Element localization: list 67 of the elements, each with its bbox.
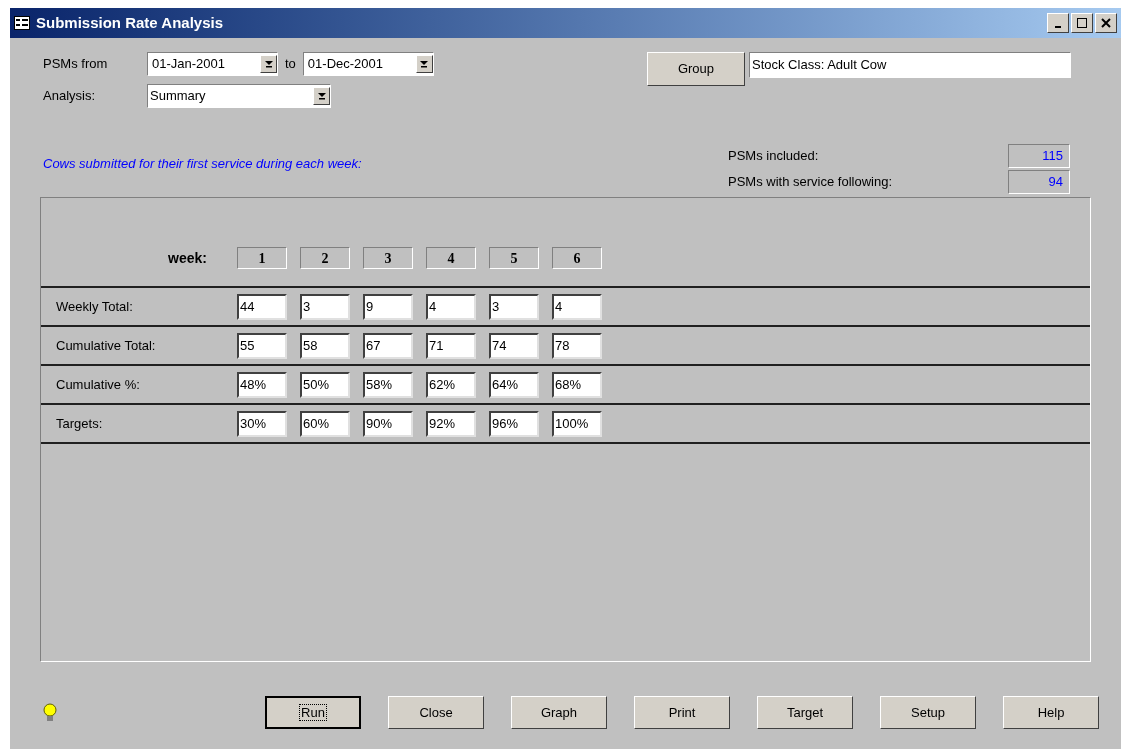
action-button[interactable]: Print xyxy=(634,696,730,729)
week-number: 4 xyxy=(426,247,476,269)
group-button[interactable]: Group xyxy=(647,52,745,86)
action-button[interactable]: Graph xyxy=(511,696,607,729)
value-field: 3 xyxy=(489,293,539,320)
value-field: 55 xyxy=(237,332,287,359)
week-number: 6 xyxy=(552,247,602,269)
action-button[interactable]: Target xyxy=(757,696,853,729)
value-field: 50% xyxy=(300,371,350,398)
action-button[interactable]: Run xyxy=(265,696,361,729)
value-field: 48% xyxy=(237,371,287,398)
form-icon xyxy=(14,16,30,30)
week-number: 2 xyxy=(300,247,350,269)
stat-label: PSMs with service following: xyxy=(728,173,893,192)
maximize-button[interactable] xyxy=(1071,13,1093,33)
value-field: 68% xyxy=(552,371,602,398)
analysis-dropdown[interactable]: Summary xyxy=(147,84,331,108)
dropdown-icon[interactable] xyxy=(260,55,277,73)
value-field: 58% xyxy=(363,371,413,398)
from-date-field[interactable]: 01-Jan-2001 xyxy=(147,52,278,76)
caption-text: Cows submitted for their first service during each week: xyxy=(43,155,362,173)
row-label: Cumulative %: xyxy=(55,375,141,394)
value-field: 30% xyxy=(237,410,287,437)
window-title: Submission Rate Analysis xyxy=(36,12,223,33)
value-field: 4 xyxy=(426,293,476,320)
action-button[interactable]: Help xyxy=(1003,696,1099,729)
week-number: 1 xyxy=(237,247,287,269)
row-label: Weekly Total: xyxy=(55,297,134,316)
maximize-icon xyxy=(1077,18,1087,28)
value-field: 58 xyxy=(300,332,350,359)
value-field: 90% xyxy=(363,410,413,437)
value-field: 67 xyxy=(363,332,413,359)
value-field: 64% xyxy=(489,371,539,398)
stat-value: 94 xyxy=(1008,170,1070,194)
value-field: 44 xyxy=(237,293,287,320)
close-icon xyxy=(1101,18,1111,28)
value-field: 71 xyxy=(426,332,476,359)
value-field: 96% xyxy=(489,410,539,437)
row-label: Targets: xyxy=(55,414,104,433)
analysis-label: Analysis: xyxy=(43,87,97,106)
value-field: 74 xyxy=(489,332,539,359)
from-label: PSMs from xyxy=(43,55,109,74)
group-field: Stock Class: Adult Cow xyxy=(749,52,1071,78)
week-number: 3 xyxy=(363,247,413,269)
action-button[interactable]: Setup xyxy=(880,696,976,729)
value-field: 9 xyxy=(363,293,413,320)
close-button[interactable] xyxy=(1095,13,1117,33)
value-field: 3 xyxy=(300,293,350,320)
action-button[interactable]: Close xyxy=(388,696,484,729)
week-number: 5 xyxy=(489,247,539,269)
value-field: 78 xyxy=(552,332,602,359)
stat-value: 115 xyxy=(1008,144,1070,168)
value-field: 4 xyxy=(552,293,602,320)
dropdown-icon[interactable] xyxy=(313,87,330,105)
dropdown-icon[interactable] xyxy=(415,55,433,73)
row-label: Cumulative Total: xyxy=(55,336,157,355)
week-label: week: xyxy=(167,248,208,268)
value-field: 62% xyxy=(426,371,476,398)
minimize-button[interactable] xyxy=(1047,13,1069,33)
stat-label: PSMs included: xyxy=(728,147,820,166)
lightbulb-icon xyxy=(42,702,58,723)
value-field: 60% xyxy=(300,410,350,437)
to-label: to xyxy=(285,55,296,74)
minimize-icon xyxy=(1055,26,1061,28)
to-date-field[interactable]: 01-Dec-2001 xyxy=(302,52,434,76)
value-field: 100% xyxy=(552,410,602,437)
value-field: 92% xyxy=(426,410,476,437)
